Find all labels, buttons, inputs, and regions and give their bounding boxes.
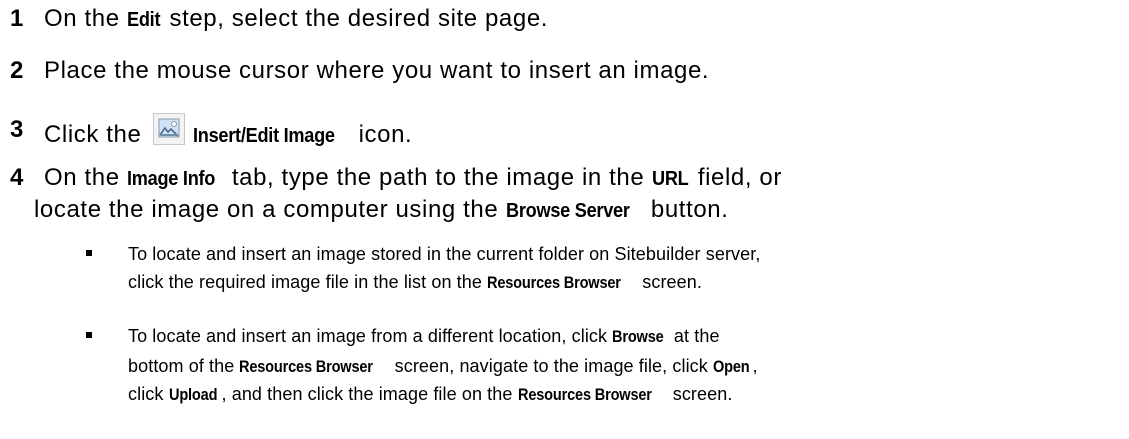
bullet-item-1: To locate and insert an image stored in …	[0, 240, 1129, 300]
step-text-line-2: locate the image on a computer using the…	[34, 193, 729, 228]
step-text: Place the mouse cursor where you want to…	[44, 57, 710, 84]
bullet-line-2: click the required image file in the lis…	[128, 268, 702, 297]
bullet-line-1: To locate and insert an image from a dif…	[128, 322, 720, 351]
bullet-marker	[86, 250, 92, 256]
bullet-marker	[86, 332, 92, 338]
ui-term-open: Open	[712, 357, 750, 376]
step-number: 1	[10, 5, 24, 32]
bullet-item-2: To locate and insert an image from a dif…	[0, 322, 1129, 412]
step-text: On the Edit step, select the desired sit…	[44, 2, 548, 37]
ui-term-edit: Edit	[126, 8, 161, 31]
ui-term-resources-browser: Resources Browser	[239, 357, 374, 376]
bullet-line-3: click Upload, and then click the image f…	[128, 380, 732, 409]
insert-image-icon	[152, 113, 185, 145]
ui-term-resources-browser: Resources Browser	[487, 273, 621, 292]
bullet-line-2: bottom of the Resources Browser screen, …	[128, 352, 758, 381]
ui-term-image-info: Image Info	[126, 167, 216, 190]
step-number: 4	[10, 164, 24, 191]
step-number: 3	[10, 116, 24, 143]
step-text-line-1: On the Image Info tab, type the path to …	[44, 161, 782, 196]
ui-term-browse: Browse	[612, 327, 664, 346]
step-text: Click the Insert/Edit Image icon.	[44, 113, 412, 153]
ui-term-insert-edit-image: Insert/Edit Image	[192, 124, 335, 147]
step-number: 2	[10, 57, 24, 84]
bullet-line-1: To locate and insert an image stored in …	[128, 244, 761, 264]
ui-term-upload: Upload	[168, 385, 217, 404]
ui-term-url: URL	[651, 167, 689, 190]
ui-term-browse-server: Browse Server	[505, 199, 630, 222]
ui-term-resources-browser: Resources Browser	[517, 385, 652, 404]
